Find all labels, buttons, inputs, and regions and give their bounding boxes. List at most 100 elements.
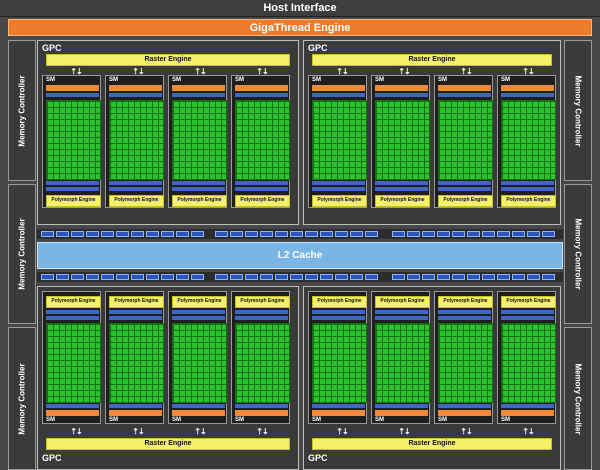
- cuda-core-grid: [46, 323, 101, 403]
- cuda-core-grid: [46, 100, 101, 180]
- sm-blue-bar: [501, 187, 554, 191]
- sm-label: SM: [501, 417, 510, 423]
- polymorph-engine: Polymorph Engine: [109, 195, 164, 207]
- polymorph-engine: Polymorph Engine: [46, 195, 101, 207]
- sm-blue-bar: [46, 93, 99, 97]
- gpu-block-diagram: Host Interface GigaThread Engine Memory …: [0, 0, 600, 470]
- sm-blue-bar: [46, 187, 99, 191]
- polymorph-engine: Polymorph Engine: [438, 296, 493, 308]
- cuda-core-grid: [375, 323, 430, 403]
- sm-blue-bar: [438, 404, 491, 408]
- memory-controller-right-2: Memory Controller: [564, 184, 592, 324]
- sm-blue-bar: [172, 404, 225, 408]
- data-flow-arrows: ⇡⇣ ⇡⇣ ⇡⇣ ⇡⇣: [336, 427, 534, 436]
- streaming-multiprocessor: Polymorph Engine SM: [231, 291, 290, 424]
- polymorph-engine: Polymorph Engine: [235, 296, 290, 308]
- sm-orange-bar: [375, 410, 428, 416]
- sm-label: SM: [501, 77, 510, 83]
- memory-controller-label: Memory Controller: [573, 74, 583, 147]
- sm-orange-bar: [46, 85, 99, 91]
- sm-blue-bar: [312, 310, 365, 314]
- l2-slices-top: [37, 229, 563, 239]
- sm-label: SM: [375, 417, 384, 423]
- sm-blue-bar: [438, 316, 491, 320]
- sm-label: SM: [375, 77, 384, 83]
- sm-label: SM: [46, 77, 55, 83]
- memory-controller-right-1: Memory Controller: [564, 40, 592, 181]
- polymorph-engine: Polymorph Engine: [235, 195, 290, 207]
- streaming-multiprocessor: SM Polymorph Engine: [434, 75, 493, 208]
- sm-blue-bar: [501, 181, 554, 185]
- memory-controller-label: Memory Controller: [17, 218, 27, 290]
- streaming-multiprocessor: SM Polymorph Engine: [308, 75, 367, 208]
- sm-blue-bar: [109, 93, 162, 97]
- polymorph-engine: Polymorph Engine: [172, 296, 227, 308]
- sm-orange-bar: [109, 85, 162, 91]
- streaming-multiprocessor: Polymorph Engine SM: [434, 291, 493, 424]
- sm-label: SM: [172, 417, 181, 423]
- gpc-label: GPC: [308, 43, 328, 53]
- cuda-core-grid: [235, 100, 290, 180]
- l2-cache: L2 Cache: [37, 242, 563, 269]
- sm-blue-bar: [375, 187, 428, 191]
- sm-blue-bar: [438, 181, 491, 185]
- data-flow-arrows: ⇡⇣ ⇡⇣ ⇡⇣ ⇡⇣: [70, 427, 268, 436]
- sm-blue-bar: [375, 181, 428, 185]
- raster-engine: Raster Engine: [46, 54, 290, 66]
- streaming-multiprocessor: SM Polymorph Engine: [168, 75, 227, 208]
- memory-controller-label: Memory Controller: [573, 218, 583, 290]
- sm-blue-bar: [235, 316, 288, 320]
- sm-blue-bar: [375, 404, 428, 408]
- streaming-multiprocessor: Polymorph Engine SM: [371, 291, 430, 424]
- streaming-multiprocessor: Polymorph Engine SM: [497, 291, 556, 424]
- sm-blue-bar: [235, 93, 288, 97]
- raster-engine: Raster Engine: [46, 438, 290, 450]
- gpc-label: GPC: [42, 453, 62, 463]
- gpc-bottom-right: Polymorph Engine SM Polymorph Engine SM …: [303, 286, 561, 470]
- sm-blue-bar: [172, 316, 225, 320]
- sm-orange-bar: [172, 410, 225, 416]
- sm-blue-bar: [235, 310, 288, 314]
- sm-blue-bar: [109, 404, 162, 408]
- sm-orange-bar: [46, 410, 99, 416]
- sm-blue-bar: [438, 93, 491, 97]
- sm-blue-bar: [235, 181, 288, 185]
- sm-blue-bar: [109, 310, 162, 314]
- sm-orange-bar: [438, 85, 491, 91]
- gpc-label: GPC: [308, 453, 328, 463]
- gpc-top-left: GPC Raster Engine ⇡⇣ ⇡⇣ ⇡⇣ ⇡⇣ SM Polymorph …: [37, 40, 299, 225]
- cuda-core-grid: [172, 100, 227, 180]
- sm-blue-bar: [46, 316, 99, 320]
- sm-orange-bar: [501, 410, 554, 416]
- polymorph-engine: Polymorph Engine: [46, 296, 101, 308]
- sm-blue-bar: [312, 187, 365, 191]
- sm-blue-bar: [438, 187, 491, 191]
- sm-blue-bar: [109, 187, 162, 191]
- streaming-multiprocessor: SM Polymorph Engine: [371, 75, 430, 208]
- polymorph-engine: Polymorph Engine: [109, 296, 164, 308]
- memory-controller-left-1: Memory Controller: [8, 40, 36, 181]
- cuda-core-grid: [375, 100, 430, 180]
- sm-blue-bar: [172, 310, 225, 314]
- streaming-multiprocessor: Polymorph Engine SM: [42, 291, 101, 424]
- sm-blue-bar: [375, 310, 428, 314]
- sm-label: SM: [312, 417, 321, 423]
- sm-blue-bar: [501, 316, 554, 320]
- cuda-core-grid: [109, 100, 164, 180]
- polymorph-engine: Polymorph Engine: [438, 195, 493, 207]
- cuda-core-grid: [438, 100, 493, 180]
- sm-label: SM: [109, 417, 118, 423]
- sm-blue-bar: [375, 93, 428, 97]
- sm-blue-bar: [501, 93, 554, 97]
- sm-orange-bar: [235, 85, 288, 91]
- sm-label: SM: [46, 417, 55, 423]
- polymorph-engine: Polymorph Engine: [375, 296, 430, 308]
- polymorph-engine: Polymorph Engine: [375, 195, 430, 207]
- sm-blue-bar: [109, 316, 162, 320]
- cuda-core-grid: [312, 323, 367, 403]
- sm-orange-bar: [375, 85, 428, 91]
- polymorph-engine: Polymorph Engine: [501, 195, 556, 207]
- polymorph-engine: Polymorph Engine: [172, 195, 227, 207]
- sm-label: SM: [172, 77, 181, 83]
- streaming-multiprocessor: Polymorph Engine SM: [105, 291, 164, 424]
